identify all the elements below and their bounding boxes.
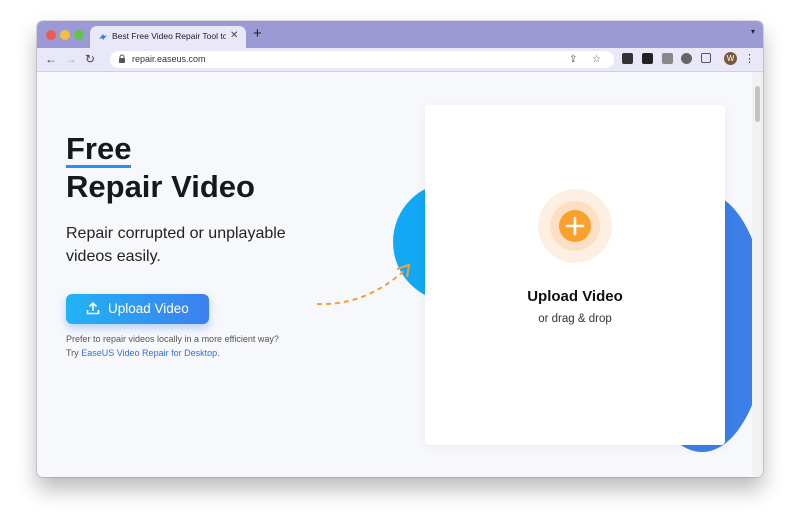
browser-menu-icon[interactable]: ⋮ — [744, 52, 755, 66]
note-try: Try — [66, 348, 79, 358]
extension-m-icon[interactable] — [622, 53, 633, 64]
title-line-repair-video: Repair Video — [66, 169, 255, 204]
page-scrollbar[interactable] — [752, 72, 763, 477]
plus-icon — [565, 216, 585, 236]
dashed-arrow-icon — [316, 263, 411, 306]
hero-subtitle: Repair corrupted or unplayable videos ea… — [66, 225, 286, 265]
dropzone-title: Upload Video — [527, 288, 623, 305]
extensions-puzzle-icon[interactable] — [681, 53, 692, 64]
browser-tab[interactable]: Best Free Video Repair Tool to ✕ — [90, 26, 246, 48]
easeus-favicon-icon — [99, 34, 107, 40]
desktop-app-link[interactable]: EaseUS Video Repair for Desktop — [81, 348, 217, 358]
bookmark-star-icon[interactable]: ☆ — [592, 53, 601, 66]
upload-video-button[interactable]: Upload Video — [66, 294, 209, 324]
side-panel-icon[interactable] — [701, 53, 711, 63]
back-icon[interactable]: ← — [45, 52, 57, 66]
note-text: Prefer to repair videos locally in a mor… — [66, 334, 279, 344]
plus-ring — [550, 201, 600, 251]
tab-bar: Best Free Video Repair Tool to ✕ + ▾ — [37, 21, 763, 48]
maximize-window-button[interactable] — [74, 30, 84, 40]
desktop-note: Prefer to repair videos locally in a mor… — [66, 332, 346, 360]
upload-icon — [86, 301, 100, 315]
forward-icon[interactable]: → — [65, 52, 77, 66]
plus-circle — [559, 210, 591, 242]
page-title: Free Repair Video — [66, 130, 255, 206]
browser-toolbar: ← → ↻ repair.easeus.com ⇪ ☆ W ⋮ — [37, 48, 763, 72]
new-tab-button[interactable]: + — [253, 25, 262, 43]
upload-button-label: Upload Video — [108, 301, 189, 316]
page-content: Free Repair Video Repair corrupted or un… — [37, 72, 763, 477]
note-end: . — [217, 348, 220, 358]
upload-dropzone-card[interactable]: Upload Video or drag & drop — [425, 105, 725, 445]
close-window-button[interactable] — [46, 30, 56, 40]
extension-notes-icon[interactable] — [642, 53, 653, 64]
minimize-window-button[interactable] — [60, 30, 70, 40]
profile-avatar[interactable]: W — [724, 52, 737, 65]
lock-icon — [119, 54, 125, 63]
reload-icon[interactable]: ↻ — [85, 52, 95, 66]
title-line-free: Free — [66, 131, 132, 168]
scrollbar-thumb[interactable] — [755, 86, 760, 122]
extension-screenshot-icon[interactable] — [662, 53, 673, 64]
url-text: repair.easeus.com — [132, 54, 206, 64]
tab-close-icon[interactable]: ✕ — [230, 29, 238, 43]
share-icon[interactable]: ⇪ — [569, 53, 577, 66]
dropzone-subtitle: or drag & drop — [538, 313, 612, 325]
address-bar[interactable]: repair.easeus.com ⇪ ☆ — [110, 51, 614, 68]
tab-title: Best Free Video Repair Tool to — [112, 31, 226, 41]
browser-window: Best Free Video Repair Tool to ✕ + ▾ ← →… — [37, 21, 763, 477]
add-file-button[interactable] — [538, 189, 612, 263]
tab-search-chevron-icon[interactable]: ▾ — [751, 27, 755, 36]
